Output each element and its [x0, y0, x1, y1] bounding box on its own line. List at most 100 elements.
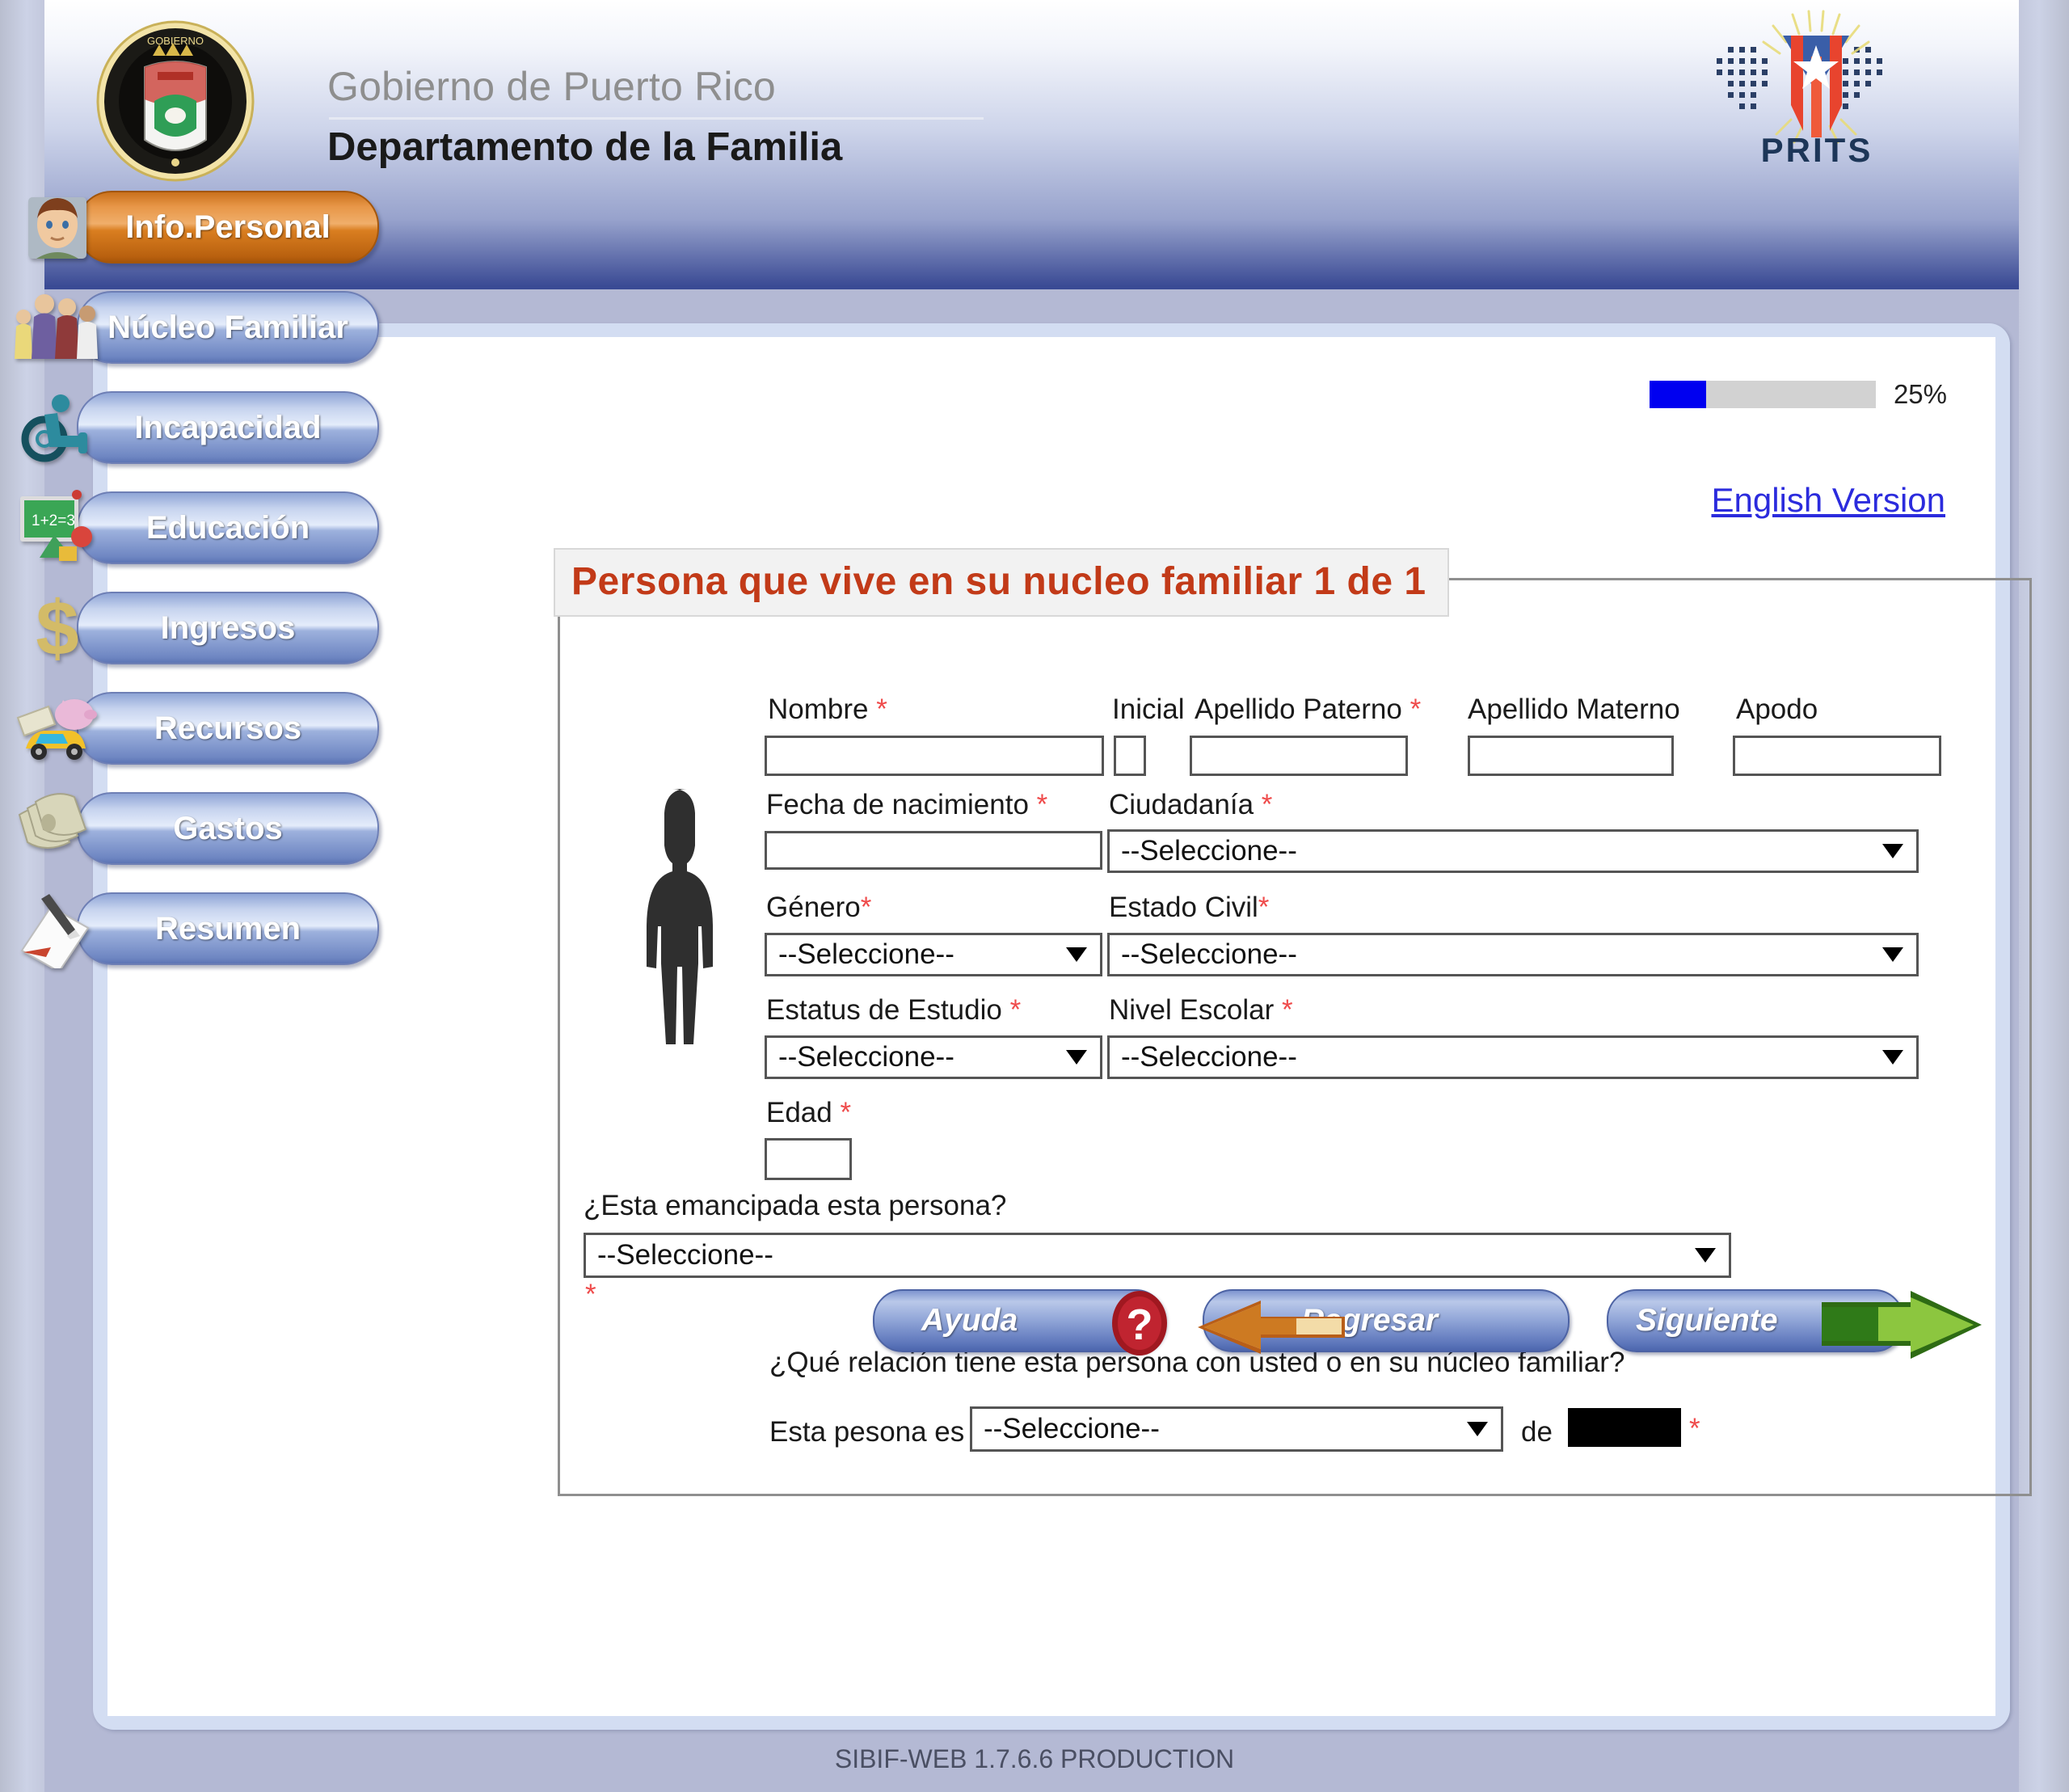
- regresar-button[interactable]: Regresar: [1198, 1289, 1570, 1354]
- sidebar-item-info-personal[interactable]: Info.Personal: [0, 186, 445, 276]
- estatus-estudio-select-value: --Seleccione--: [778, 1041, 954, 1073]
- apellido-paterno-input[interactable]: [1190, 736, 1408, 776]
- sidebar-item-resumen[interactable]: Resumen: [0, 888, 445, 978]
- required-asterisk: *: [1261, 789, 1273, 820]
- required-asterisk: *: [1689, 1413, 1700, 1444]
- sidebar-item-recursos[interactable]: Recursos: [0, 687, 445, 778]
- required-asterisk: *: [1281, 994, 1293, 1026]
- apodo-label: Apodo: [1736, 694, 1818, 725]
- english-version-link[interactable]: English Version: [1711, 481, 1945, 520]
- edad-label: Edad *: [766, 1097, 852, 1128]
- ciudadania-label: Ciudadanía *: [1109, 789, 1273, 820]
- sidebar-nav: Info.Personal Núcleo Familiar Incapacida…: [0, 186, 445, 988]
- progress-bar-track: [1649, 381, 1876, 408]
- nivel-escolar-select-value: --Seleccione--: [1121, 1041, 1297, 1073]
- person-silhouette-icon: [624, 786, 721, 1052]
- progress-percent-label: 25%: [1893, 379, 1947, 409]
- relation-select-value: --Seleccione--: [984, 1413, 1160, 1444]
- form-action-buttons: Ayuda ? Regresar Siguiente: [873, 1289, 1982, 1359]
- sidebar-pill-info-personal[interactable]: Info.Personal: [77, 191, 379, 264]
- sidebar-pill-resumen[interactable]: Resumen: [77, 892, 379, 965]
- sidebar-item-label: Educación: [145, 509, 310, 546]
- emancipada-select-value: --Seleccione--: [597, 1239, 773, 1271]
- apellido-materno-input[interactable]: [1468, 736, 1674, 776]
- progress-bar-fill: [1649, 381, 1706, 408]
- sidebar-pill-nucleo-familiar[interactable]: Núcleo Familiar: [77, 291, 379, 364]
- sidebar-item-educacion[interactable]: Educación 1+2=3: [0, 487, 445, 577]
- edad-input[interactable]: [765, 1138, 852, 1180]
- ciudadania-select-value: --Seleccione--: [1121, 835, 1297, 866]
- nivel-escolar-label: Nivel Escolar *: [1109, 994, 1293, 1026]
- arrow-right-icon: [1789, 1288, 1991, 1366]
- department-name: Departamento de la Familia: [327, 125, 843, 169]
- fecha-nacimiento-input[interactable]: [765, 831, 1102, 870]
- relation-middle-word: de: [1521, 1416, 1553, 1448]
- genero-select[interactable]: --Seleccione--: [765, 933, 1102, 976]
- nivel-escolar-select[interactable]: --Seleccione--: [1107, 1035, 1919, 1079]
- apellido-paterno-label: Apellido Paterno *: [1195, 694, 1422, 725]
- apodo-input[interactable]: [1733, 736, 1941, 776]
- svg-text:PRITS: PRITS: [1761, 131, 1873, 169]
- svg-text:?: ?: [1127, 1301, 1153, 1349]
- sidebar-item-nucleo-familiar[interactable]: Núcleo Familiar: [0, 286, 445, 377]
- header-divider: [329, 117, 984, 120]
- sidebar-item-gastos[interactable]: Gastos: [0, 787, 445, 878]
- progress-indicator: 25%: [1649, 379, 1947, 410]
- header-title-block: Gobierno de Puerto Rico Departamento de …: [327, 63, 984, 170]
- chevron-down-icon: [1066, 1050, 1087, 1065]
- chevron-down-icon: [1695, 1248, 1716, 1263]
- arrow-left-icon: [1183, 1288, 1377, 1366]
- estatus-estudio-select[interactable]: --Seleccione--: [765, 1035, 1102, 1079]
- ayuda-button[interactable]: Ayuda ?: [873, 1289, 1167, 1356]
- sidebar-item-ingresos[interactable]: Ingresos $: [0, 587, 445, 677]
- relation-prefix-label: Esta pesona es: [769, 1416, 965, 1448]
- app-version-footer: SIBIF-WEB 1.7.6.6 PRODUCTION: [834, 1744, 1235, 1773]
- svg-text:GOBIERNO: GOBIERNO: [147, 35, 204, 47]
- sidebar-item-label: Info.Personal: [125, 209, 331, 245]
- chevron-down-icon: [1467, 1422, 1488, 1436]
- sidebar-pill-gastos[interactable]: Gastos: [77, 792, 379, 865]
- sidebar-pill-educacion[interactable]: Educación: [77, 491, 379, 564]
- inicial-input[interactable]: [1114, 736, 1146, 776]
- sidebar-item-label: Ingresos: [160, 609, 296, 646]
- emancipada-required-asterisk: *: [585, 1279, 596, 1310]
- chevron-down-icon: [1882, 1050, 1903, 1065]
- required-asterisk: *: [860, 892, 872, 923]
- prits-logo-icon: PRITS: [1696, 8, 1938, 202]
- page-background: GOBIERNO Gobierno de Puerto Rico Departa…: [0, 0, 2069, 1792]
- estado-civil-select[interactable]: --Seleccione--: [1107, 933, 1919, 976]
- nombre-label: Nombre *: [768, 694, 887, 725]
- estado-civil-select-value: --Seleccione--: [1121, 938, 1297, 970]
- fecha-nacimiento-label: Fecha de nacimiento *: [766, 789, 1048, 820]
- emancipada-select[interactable]: --Seleccione--: [584, 1233, 1731, 1278]
- estatus-estudio-label: Estatus de Estudio *: [766, 994, 1022, 1026]
- chevron-down-icon: [1882, 947, 1903, 962]
- sidebar-item-incapacidad[interactable]: Incapacidad: [0, 386, 445, 477]
- required-asterisk: *: [1410, 694, 1422, 725]
- svg-text:$: $: [36, 587, 78, 668]
- required-asterisk: *: [1009, 994, 1022, 1026]
- sidebar-item-label: Incapacidad: [134, 409, 322, 445]
- required-asterisk: *: [1258, 892, 1270, 923]
- ciudadania-select[interactable]: --Seleccione--: [1107, 829, 1919, 873]
- siguiente-button-label: Siguiente: [1636, 1303, 1778, 1338]
- emancipada-label: ¿Esta emancipada esta persona?: [584, 1190, 1007, 1221]
- fieldset-legend: Persona que vive en su nucleo familiar 1…: [554, 548, 1449, 617]
- siguiente-button[interactable]: Siguiente: [1607, 1289, 1982, 1359]
- relation-select[interactable]: --Seleccione--: [970, 1406, 1503, 1452]
- genero-label: Género*: [766, 892, 872, 923]
- chevron-down-icon: [1066, 947, 1087, 962]
- required-asterisk: *: [1036, 789, 1048, 820]
- sidebar-item-label: Gastos: [173, 810, 283, 846]
- inicial-label: Inicial: [1112, 694, 1185, 725]
- sidebar-pill-recursos[interactable]: Recursos: [77, 692, 379, 765]
- sidebar-pill-incapacidad[interactable]: Incapacidad: [77, 391, 379, 464]
- question-mark-icon: ?: [1104, 1286, 1182, 1368]
- nombre-input[interactable]: [765, 736, 1104, 776]
- ayuda-button-label: Ayuda: [921, 1303, 1018, 1338]
- genero-select-value: --Seleccione--: [778, 938, 954, 970]
- sidebar-pill-ingresos[interactable]: Ingresos: [77, 592, 379, 664]
- government-name: Gobierno de Puerto Rico: [327, 64, 776, 109]
- svg-text:1+2=3: 1+2=3: [32, 512, 75, 529]
- required-asterisk: *: [876, 694, 887, 725]
